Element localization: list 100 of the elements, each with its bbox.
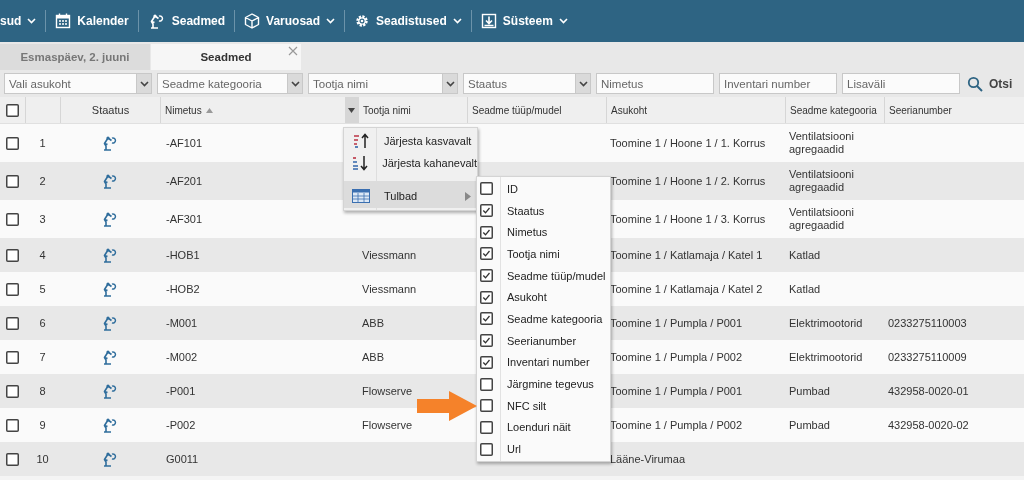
row-checkbox[interactable] <box>6 136 19 150</box>
column-header[interactable]: Tootja nimi <box>363 104 411 116</box>
column-checkbox[interactable] <box>480 182 493 196</box>
search-icon <box>967 75 983 92</box>
nav-menu-item[interactable]: Seadmed <box>137 10 235 32</box>
row-number: 3 <box>39 212 46 226</box>
column-checkbox[interactable] <box>480 269 493 283</box>
table-cell: Pumbad <box>789 384 830 398</box>
column-checkbox[interactable] <box>480 399 493 413</box>
table-cell: -P001 <box>166 384 196 398</box>
column-checkbox[interactable] <box>480 312 493 326</box>
chevron-down-icon <box>578 79 588 88</box>
filter-input[interactable]: Nimetus <box>596 73 714 94</box>
filter-dropdown[interactable]: Tootja nimi <box>308 73 442 94</box>
dropdown-button[interactable] <box>442 73 458 94</box>
column-checkbox[interactable] <box>480 377 493 391</box>
table-cell: -M002 <box>166 350 198 364</box>
filter-dropdown[interactable]: Vali asukoht <box>4 73 136 94</box>
table-cell: 432958-0020-01 <box>888 384 969 398</box>
row-checkbox[interactable] <box>6 248 19 262</box>
filter-dropdown[interactable]: Staatus <box>463 73 575 94</box>
filter-input[interactable]: Lisaväli <box>842 73 960 94</box>
table-cell: 0233275110003 <box>888 316 967 330</box>
column-header[interactable]: Nimetus <box>165 104 202 116</box>
row-checkbox[interactable] <box>6 174 19 188</box>
row-checkbox[interactable] <box>6 384 19 398</box>
menu-item[interactable]: Järjesta kasvavalt <box>344 130 477 152</box>
column-toggle-item[interactable]: Seerianumber <box>477 329 610 352</box>
column-toggle-item[interactable]: Seadme tüüp/mudel <box>477 264 610 287</box>
table-cell: -M001 <box>166 316 198 330</box>
table-cell: Toomine 1 / Katlamaja / Katel 1 <box>610 248 763 262</box>
filter-input[interactable]: Inventari number <box>719 73 837 94</box>
column-toggle-item[interactable]: NFC silt <box>477 394 610 417</box>
row-checkbox[interactable] <box>6 452 19 466</box>
nav-menu-item[interactable]: sud <box>0 10 46 32</box>
row-checkbox[interactable] <box>6 282 19 296</box>
column-header[interactable]: Seadme tüüp/mudel <box>472 104 562 116</box>
column-toggle-item[interactable]: Staatus <box>477 199 610 222</box>
column-toggle-item[interactable]: Asukoht <box>477 286 610 309</box>
column-header[interactable]: Staatus <box>91 103 130 117</box>
filter-dropdown[interactable]: Seadme kategooria <box>157 73 287 94</box>
close-icon[interactable] <box>288 46 298 56</box>
robot-arm-icon <box>101 383 119 399</box>
menu-item[interactable]: Tulbad <box>344 181 477 208</box>
caret-down-icon <box>348 107 355 113</box>
column-checkbox[interactable] <box>480 420 493 434</box>
row-number: 10 <box>36 452 49 466</box>
nav-menu-item[interactable]: Süsteem <box>470 10 577 32</box>
table-cell: -HOB1 <box>166 248 200 262</box>
column-checkbox[interactable] <box>480 442 493 456</box>
column-menu-button[interactable] <box>345 97 358 123</box>
row-checkbox[interactable] <box>6 212 19 226</box>
column-header[interactable]: Seerianumber <box>889 104 952 116</box>
column-checkbox[interactable] <box>480 334 493 348</box>
row-number: 1 <box>39 136 46 150</box>
column-checkbox[interactable] <box>480 204 493 218</box>
table-cell: Toomine 1 / Pumpla / P001 <box>610 384 743 398</box>
search-button[interactable]: Otsi <box>965 75 1015 92</box>
row-checkbox[interactable] <box>6 350 19 364</box>
column-checkbox[interactable] <box>480 290 493 304</box>
nav-menu-item[interactable]: Varuosad <box>234 10 345 32</box>
column-checkbox[interactable] <box>480 225 493 239</box>
table-cell: Katlad <box>789 282 821 296</box>
row-checkbox[interactable] <box>6 316 19 330</box>
robot-arm-icon <box>101 281 119 297</box>
column-checkbox[interactable] <box>480 247 493 261</box>
tab[interactable]: Seadmed <box>151 44 301 70</box>
column-toggle-item[interactable]: Inventari number <box>477 351 610 374</box>
column-header[interactable]: Asukoht <box>611 104 648 116</box>
table-cell: Viessmann <box>362 282 417 296</box>
select-all-checkbox[interactable] <box>6 103 19 117</box>
column-toggle-item[interactable]: Url <box>477 438 610 460</box>
table-cell: -P002 <box>166 418 196 432</box>
dropdown-button[interactable] <box>287 73 303 94</box>
table-cell: -AF301 <box>166 212 203 226</box>
robot-arm-icon <box>101 349 119 365</box>
robot-arm-icon <box>101 315 119 331</box>
column-toggle-item[interactable]: Seadme kategooria <box>477 308 610 330</box>
column-toggle-item[interactable]: Nimetus <box>477 221 610 244</box>
table-cell: 0233275110009 <box>888 350 967 364</box>
column-toggle-item[interactable]: ID <box>477 178 610 200</box>
table-cell: Lääne-Virumaa <box>610 452 685 466</box>
dropdown-button[interactable] <box>136 73 152 94</box>
nav-menu-item[interactable]: Kalender <box>45 10 138 32</box>
column-checkbox[interactable] <box>480 355 493 369</box>
nav-menu-item[interactable]: Seadistused <box>344 10 471 32</box>
menu-item[interactable]: Järjesta kahanevalt <box>344 152 477 174</box>
column-toggle-item[interactable]: Järgmine tegevus <box>477 373 610 395</box>
column-toggle-item[interactable]: Loenduri näit <box>477 416 610 439</box>
chevron-down-icon <box>452 17 462 25</box>
table-cell: Katlad <box>789 248 821 262</box>
chevron-down-icon <box>558 17 568 25</box>
dropdown-button[interactable] <box>575 73 591 94</box>
column-toggle-item[interactable]: Tootja nimi <box>477 243 610 265</box>
sort-descending-icon <box>352 155 369 171</box>
table-cell: Toomine 1 / Pumpla / P001 <box>610 316 743 330</box>
row-checkbox[interactable] <box>6 418 19 432</box>
row-number: 6 <box>39 316 46 330</box>
column-header[interactable]: Seadme kategooria <box>790 104 877 116</box>
robot-arm-icon <box>101 211 119 227</box>
